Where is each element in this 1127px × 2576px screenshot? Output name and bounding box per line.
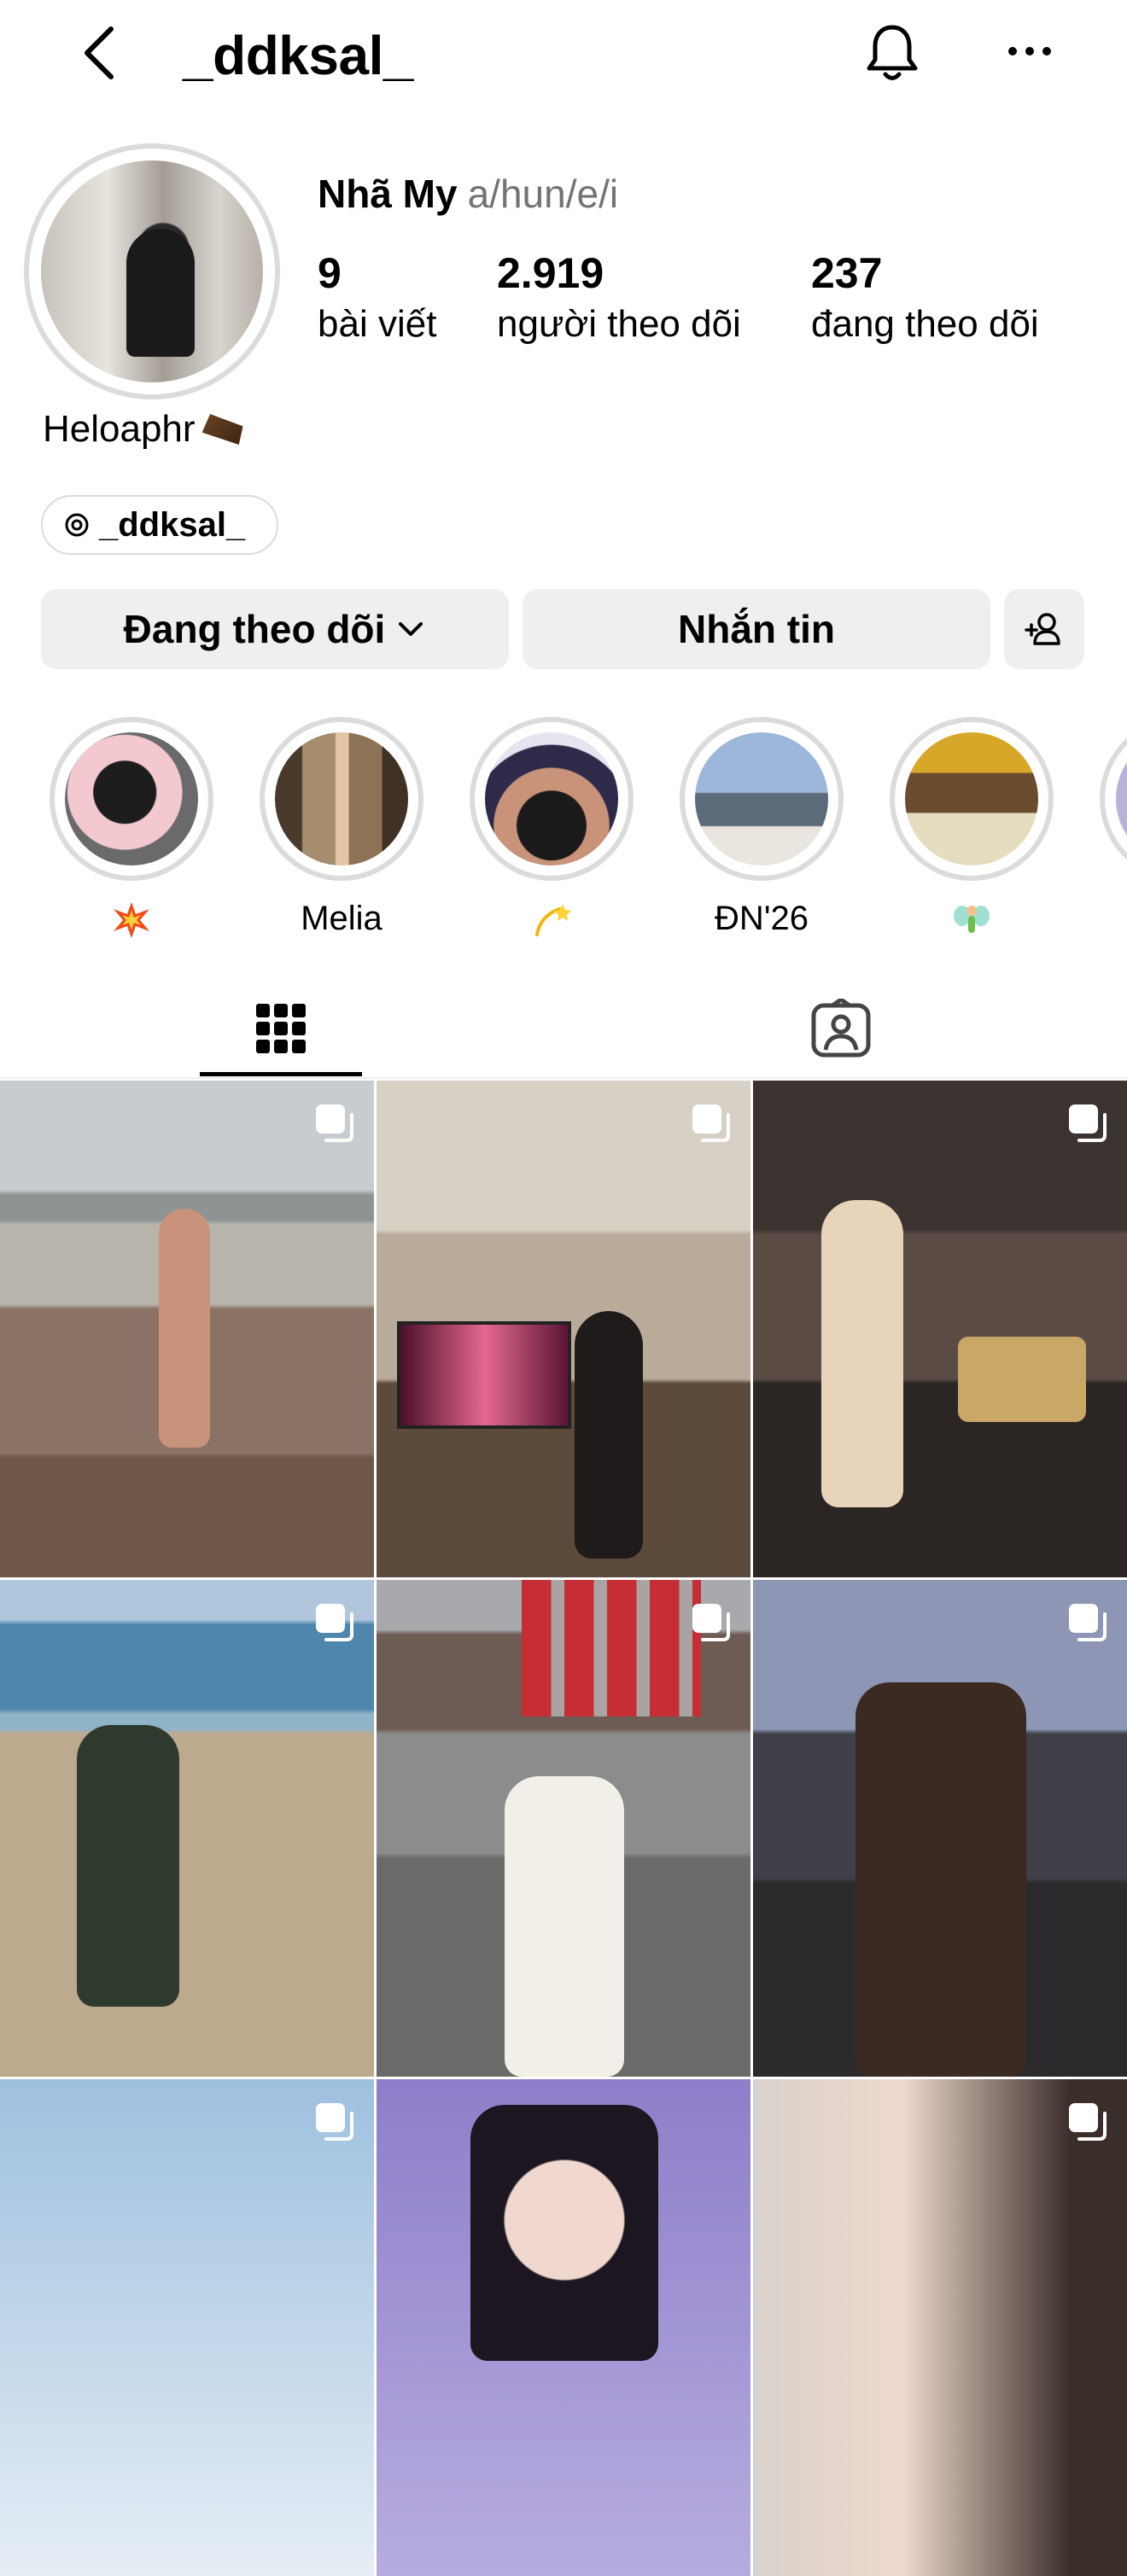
multi-photo-icon xyxy=(1069,1104,1107,1142)
banners xyxy=(522,1580,701,1716)
highlight-label xyxy=(50,895,213,942)
message-button[interactable]: Nhắn tin xyxy=(523,589,990,669)
pronouns: a/hun/e/i xyxy=(467,172,619,216)
tab-posts-grid[interactable] xyxy=(200,982,362,1075)
person-figure xyxy=(470,2105,658,2361)
multi-photo-icon xyxy=(1069,2103,1107,2141)
stat-following[interactable]: 237 đang theo dõi xyxy=(811,248,1039,350)
bio: Heloaphr xyxy=(43,408,243,451)
bio-text: Heloaphr xyxy=(43,408,196,450)
highlight-label: ĐN'26 xyxy=(715,900,809,937)
profile-username-title: _ddksal_ xyxy=(183,25,413,86)
post-tile-white-dress-street[interactable] xyxy=(377,1580,750,2077)
coffin-emoji-icon xyxy=(201,414,243,445)
highlight-3[interactable] xyxy=(470,717,634,942)
tab-tagged[interactable] xyxy=(803,990,879,1067)
post-tile-closeup-selfie[interactable] xyxy=(753,2079,1127,2576)
tab-active-indicator xyxy=(200,1072,362,1076)
highlight-label: Melia xyxy=(301,900,382,937)
person-figure xyxy=(77,1725,179,2007)
post-tile-room-tv[interactable] xyxy=(377,1081,750,1577)
tagged-icon xyxy=(811,999,871,1058)
stat-followers[interactable]: 2.919 người theo dõi xyxy=(497,248,741,350)
multi-photo-icon xyxy=(692,1104,730,1142)
following-button-label: Đang theo dõi xyxy=(123,607,386,651)
highlight-cover xyxy=(275,732,408,865)
threads-icon xyxy=(65,513,89,537)
highlight-label xyxy=(890,895,1054,942)
highlight-label xyxy=(470,895,634,942)
chevron-down-icon xyxy=(399,622,423,636)
stat-followers-value: 2.919 xyxy=(497,249,604,297)
highlight-ring xyxy=(1100,717,1127,881)
highlight-cover xyxy=(695,732,828,865)
highlight-ring xyxy=(680,717,844,881)
highlight-4[interactable]: ĐN'26 xyxy=(680,717,844,942)
stat-following-value: 237 xyxy=(811,249,883,297)
avatar[interactable] xyxy=(41,160,263,382)
tab-divider xyxy=(0,1077,1127,1079)
stat-posts-value: 9 xyxy=(318,249,342,297)
message-button-label: Nhắn tin xyxy=(678,607,835,651)
highlight-ring xyxy=(890,717,1054,881)
multi-photo-icon xyxy=(316,1604,353,1641)
stat-following-label: đang theo dõi xyxy=(811,303,1039,345)
posts-grid xyxy=(0,1081,1127,2576)
person-figure xyxy=(855,1682,1026,2077)
multi-photo-icon xyxy=(692,1604,730,1641)
multi-photo-icon xyxy=(316,1104,353,1142)
person-figure xyxy=(575,1311,643,1559)
post-tile-hammock-beach[interactable] xyxy=(0,1580,374,2077)
basket xyxy=(958,1337,1086,1422)
highlight-1[interactable] xyxy=(50,717,213,942)
back-chevron-icon[interactable] xyxy=(75,22,126,84)
post-tile-purple-portrait[interactable] xyxy=(377,2079,750,2576)
highlight-ring xyxy=(470,717,634,881)
person-figure xyxy=(821,1200,903,1507)
post-tile-balcony-portrait[interactable] xyxy=(753,1580,1127,2077)
dizzy-emoji-icon xyxy=(535,904,571,937)
person-figure xyxy=(159,1209,210,1448)
highlight-cover xyxy=(65,732,198,865)
multi-photo-icon xyxy=(1069,1604,1107,1641)
full-name-row: Nhã My a/hun/e/i xyxy=(318,171,618,217)
highlight-cover xyxy=(905,732,1038,865)
post-tile-street-market[interactable] xyxy=(753,1081,1127,1577)
stat-posts-label: bài viết xyxy=(318,303,437,345)
add-person-button[interactable] xyxy=(1004,589,1084,669)
threads-handle: _ddksal_ xyxy=(99,505,246,544)
highlight-2[interactable]: Melia xyxy=(260,717,423,942)
highlight-5[interactable] xyxy=(890,717,1054,942)
post-tile-beach[interactable] xyxy=(0,1081,374,1577)
highlight-6-partial[interactable] xyxy=(1100,717,1127,881)
grid-icon xyxy=(256,1004,306,1053)
stat-posts: 9 bài viết xyxy=(318,248,436,350)
highlight-ring xyxy=(50,717,213,881)
post-tile-sky[interactable] xyxy=(0,2079,374,2576)
full-name: Nhã My xyxy=(318,172,458,216)
more-icon[interactable] xyxy=(1004,34,1055,68)
threads-link-chip[interactable]: _ddksal_ xyxy=(41,495,278,555)
stat-followers-label: người theo dõi xyxy=(497,303,741,345)
bell-icon[interactable] xyxy=(862,20,922,85)
person-figure xyxy=(505,1776,624,2077)
fairy-emoji-icon xyxy=(954,906,990,934)
following-button[interactable]: Đang theo dõi xyxy=(41,589,509,669)
top-bar: _ddksal_ xyxy=(0,0,1127,111)
highlight-cover xyxy=(485,732,618,865)
add-person-icon xyxy=(1025,613,1060,645)
multi-photo-icon xyxy=(316,2103,353,2141)
collision-emoji-icon xyxy=(114,902,149,939)
highlight-ring xyxy=(260,717,423,881)
tv-screen xyxy=(397,1321,571,1429)
